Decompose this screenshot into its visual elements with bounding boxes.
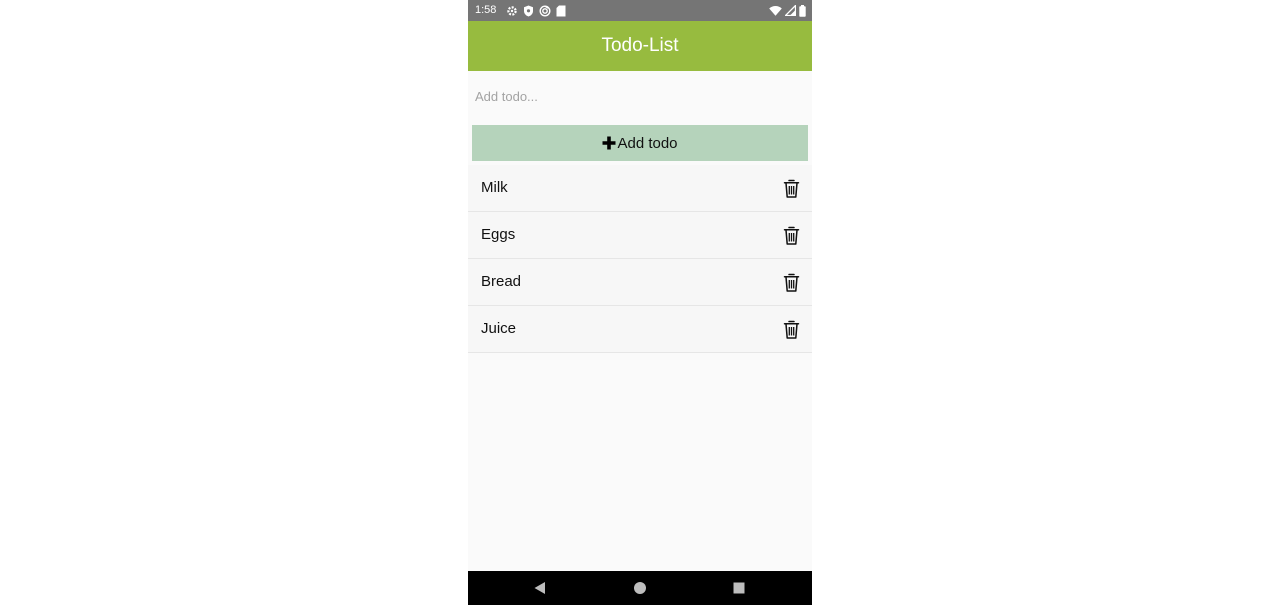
status-right-icons [769, 4, 806, 17]
todo-item[interactable]: Milk [468, 165, 812, 212]
todo-label: Milk [481, 179, 508, 196]
app-bar: Todo-List [468, 21, 812, 71]
plus-icon [602, 136, 616, 150]
add-todo-button[interactable]: Add todo [472, 125, 808, 161]
signal-icon [785, 5, 796, 16]
status-left-icons [506, 4, 566, 17]
todo-item[interactable]: Eggs [468, 212, 812, 259]
trash-icon[interactable] [781, 178, 802, 199]
gear-icon [506, 5, 518, 17]
todo-item[interactable]: Bread [468, 259, 812, 306]
sync-icon [539, 4, 551, 17]
todo-label: Juice [481, 320, 517, 337]
todo-label: Bread [481, 273, 522, 290]
todo-list: Milk Eggs Bread Juice [468, 165, 812, 353]
navigation-bar [468, 571, 812, 605]
wifi-icon [769, 5, 782, 16]
back-icon[interactable] [533, 581, 547, 595]
home-icon[interactable] [633, 581, 647, 595]
trash-icon[interactable] [781, 319, 802, 340]
app-title: Todo-List [601, 35, 679, 56]
shield-icon [523, 5, 534, 17]
status-bar: 1:58 [468, 0, 812, 21]
phone-screen: 1:58 Todo-List Add todo... Add todo Milk… [468, 0, 812, 605]
trash-icon[interactable] [781, 225, 802, 246]
status-time: 1:58 [475, 4, 497, 16]
recents-icon[interactable] [732, 581, 746, 595]
battery-icon [799, 4, 806, 17]
sd-card-icon [556, 5, 566, 17]
todo-item[interactable]: Juice [468, 306, 812, 353]
todo-label: Eggs [481, 226, 516, 243]
add-todo-label: Add todo [617, 134, 678, 152]
todo-input[interactable] [468, 71, 812, 121]
trash-icon[interactable] [781, 272, 802, 293]
